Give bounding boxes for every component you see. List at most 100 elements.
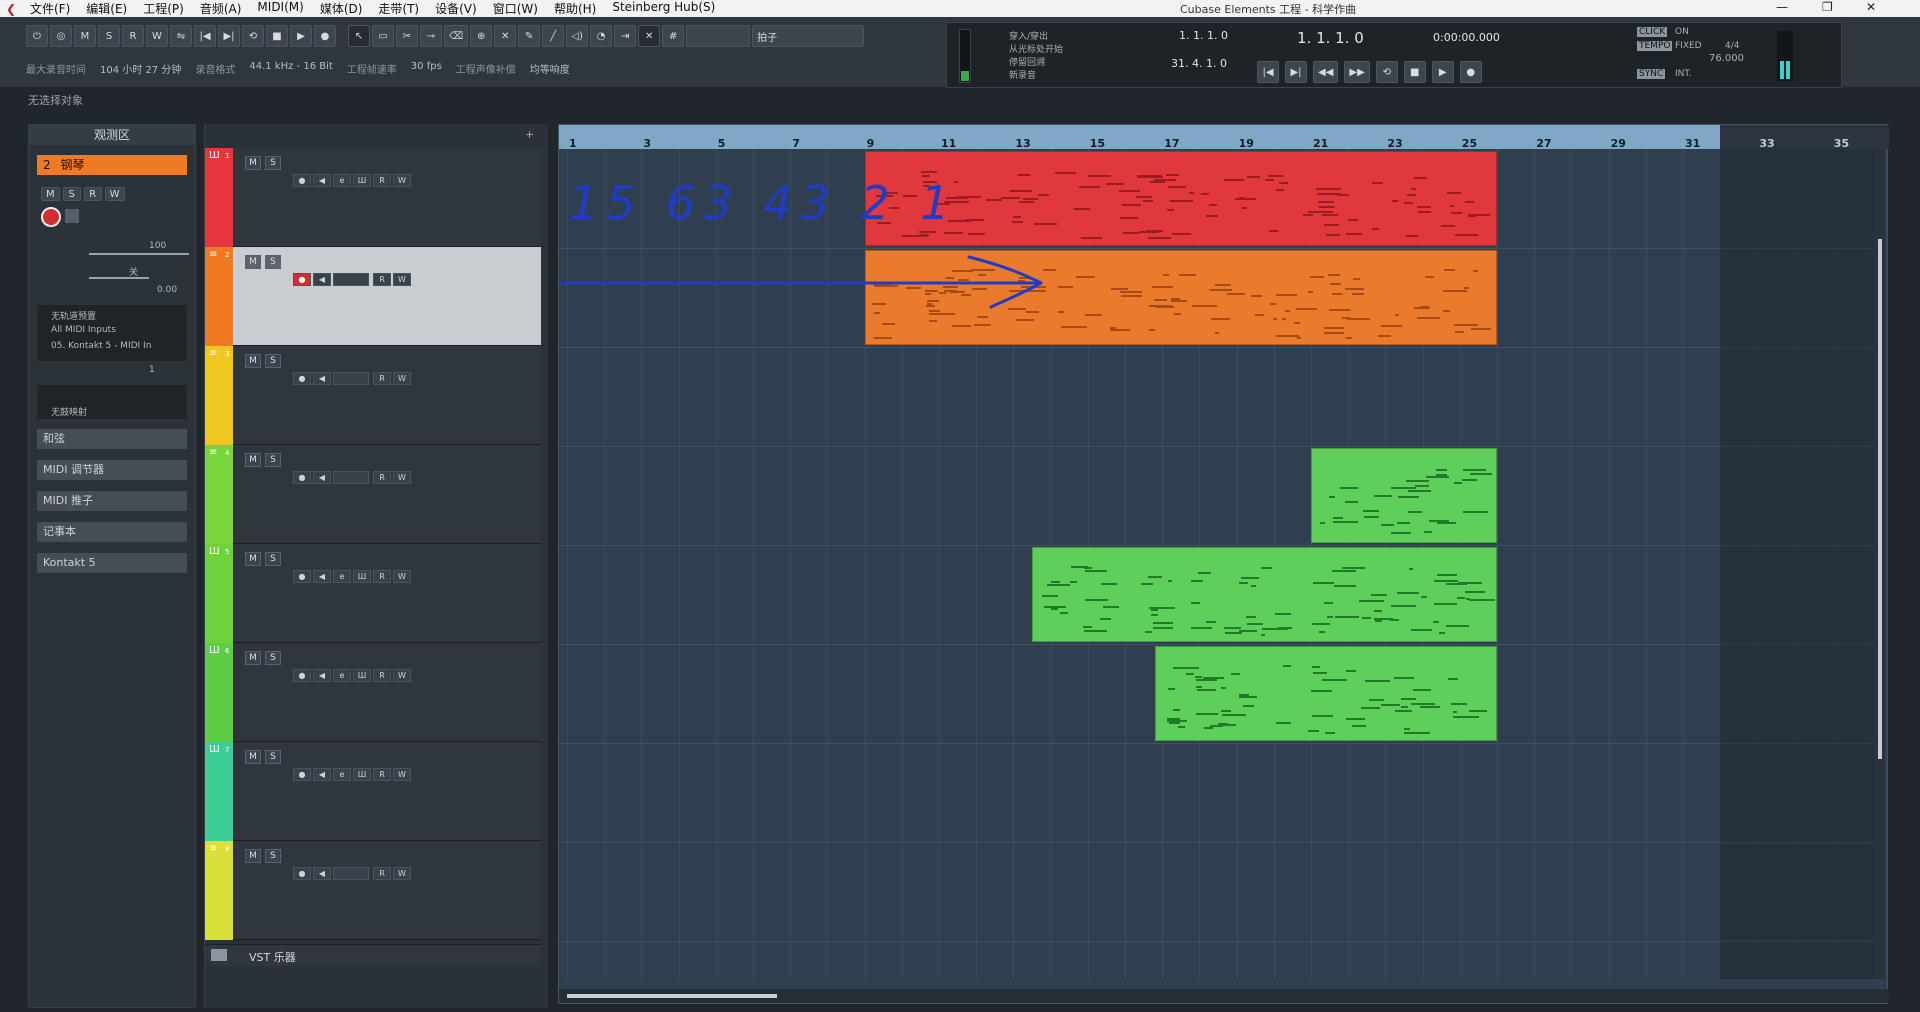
track-row[interactable]: 8 ≡ M S ● ◀ R W <box>205 841 541 940</box>
mode-button-s[interactable]: S <box>98 25 120 47</box>
solo-button[interactable]: S <box>265 453 281 467</box>
midi-input-select[interactable]: All MIDI Inputs <box>51 325 116 335</box>
time-display[interactable]: 0:00:00.000 <box>1433 31 1500 44</box>
track-row[interactable]: 7 Ш M S ● ◀ e Ш R W <box>205 742 541 841</box>
write-automation-button[interactable]: W <box>393 768 411 781</box>
inspector-track-header[interactable]: 2 钢琴 <box>37 155 187 175</box>
sync-label[interactable]: SYNC <box>1637 69 1666 79</box>
mute-button[interactable]: M <box>245 453 261 467</box>
click-label[interactable]: CLICK <box>1637 27 1668 37</box>
activate-project-button[interactable]: ⏻ <box>26 25 48 47</box>
mute-tool-icon[interactable]: ✕ <box>494 25 517 47</box>
read-automation-button[interactable]: R <box>373 669 391 682</box>
erase-tool-icon[interactable]: ⌫ <box>444 25 469 47</box>
snap-icon[interactable]: ⇥ <box>614 25 637 47</box>
record-enable-button[interactable]: ● <box>293 471 311 484</box>
line-tool-icon[interactable]: ╱ <box>542 25 565 47</box>
mute-button[interactable]: M <box>245 849 261 863</box>
menu-item-2[interactable]: 工程(P) <box>135 0 192 17</box>
quantize-select[interactable] <box>686 25 751 47</box>
read-automation-button[interactable]: R <box>373 570 391 583</box>
read-automation-button[interactable]: R <box>373 471 391 484</box>
menu-item-4[interactable]: MIDI(M) <box>249 0 311 17</box>
draw-tool-icon[interactable]: ✎ <box>518 25 541 47</box>
mute-button[interactable]: M <box>245 651 261 665</box>
play-button[interactable]: ▶ <box>290 25 312 47</box>
solo-button[interactable]: S <box>265 651 281 665</box>
rec-time-value[interactable]: 104 小时 27 分钟 <box>100 61 181 76</box>
click-value[interactable]: ON <box>1675 27 1689 37</box>
prev-marker-button[interactable]: |◀ <box>1257 61 1279 83</box>
monitor-button[interactable]: ◀ <box>313 372 331 385</box>
record-enable-button[interactable]: ● <box>293 273 311 286</box>
mute-button[interactable]: M <box>245 156 261 170</box>
right-locator[interactable]: 31. 4. 1. 0 <box>1171 57 1227 70</box>
inspector-section-3[interactable]: 记事本 <box>37 522 187 542</box>
mode-button-r[interactable]: R <box>122 25 144 47</box>
read-automation-button[interactable]: R <box>373 273 391 286</box>
inspector-section-1[interactable]: MIDI 调节器 <box>37 460 187 480</box>
inspector-r-button[interactable]: R <box>83 187 102 201</box>
menu-item-8[interactable]: 窗口(W) <box>485 0 546 17</box>
split-tool-icon[interactable]: ✂ <box>396 25 418 47</box>
main-position[interactable]: 1. 1. 1. 0 <box>1297 29 1364 47</box>
inspector-delay-value[interactable]: 0.00 <box>157 285 177 295</box>
write-automation-button[interactable]: W <box>393 174 411 187</box>
transport-option-3[interactable]: 新录音 <box>1009 68 1036 81</box>
midi-channel-field[interactable] <box>333 372 369 385</box>
menu-item-6[interactable]: 走带(T) <box>370 0 427 17</box>
drum-map-select[interactable]: 无鼓映射 <box>51 405 87 418</box>
inspector-s-button[interactable]: S <box>62 187 81 201</box>
timeline-ruler[interactable]: 1 3 5 7 9 11 13 15 17 19 21 23 25 27 29 31 33 35 <box>559 125 1889 150</box>
record-enable-button[interactable]: ● <box>293 669 311 682</box>
solo-button[interactable]: S <box>265 354 281 368</box>
grid-icon[interactable]: # <box>662 25 685 47</box>
midi-output-select[interactable]: 05. Kontakt 5 - MIDI In <box>51 341 151 351</box>
tempo-mode[interactable]: FIXED <box>1675 41 1702 51</box>
mode-button-m[interactable]: M <box>74 25 96 47</box>
solo-button[interactable]: S <box>265 750 281 764</box>
record-enable-button[interactable]: ● <box>293 867 311 880</box>
menu-item-5[interactable]: 媒体(D) <box>312 0 371 17</box>
minimize-icon[interactable]: — <box>1776 0 1788 14</box>
record-enable-button[interactable]: ● <box>293 570 311 583</box>
read-automation-button[interactable]: R <box>373 867 391 880</box>
inspector-m-button[interactable]: M <box>41 187 60 201</box>
monitor-button[interactable]: ◀ <box>313 471 331 484</box>
next-marker-button[interactable]: ▶| <box>1285 61 1307 83</box>
read-automation-button[interactable]: R <box>373 174 391 187</box>
midi-part[interactable] <box>1311 448 1497 543</box>
inspector-w-button[interactable]: W <box>104 187 125 201</box>
solo-button[interactable]: S <box>265 552 281 566</box>
read-automation-button[interactable]: R <box>373 768 391 781</box>
midi-channel-value[interactable]: 1 <box>149 365 155 375</box>
rec-format-value[interactable]: 44.1 kHz - 16 Bit <box>249 61 332 76</box>
go-end-button[interactable]: ▶| <box>218 25 240 47</box>
vertical-scrollbar[interactable] <box>1875 149 1885 979</box>
time-signature[interactable]: 4/4 <box>1725 41 1739 51</box>
track-row[interactable]: 5 Ш M S ● ◀ e Ш R W <box>205 544 541 643</box>
write-automation-button[interactable]: W <box>393 867 411 880</box>
object-select-tool-icon[interactable]: ↖ <box>348 25 370 47</box>
mute-button[interactable]: M <box>245 750 261 764</box>
solo-button[interactable]: S <box>265 849 281 863</box>
range-tool-icon[interactable]: ▭ <box>372 25 394 47</box>
monitor-button[interactable]: ◀ <box>313 669 331 682</box>
read-automation-button[interactable]: R <box>373 372 391 385</box>
monitor-button[interactable]: ◀ <box>313 867 331 880</box>
edit-instrument-button[interactable]: e <box>333 570 351 583</box>
close-icon[interactable]: ✕ <box>1866 0 1876 14</box>
rewind-button[interactable]: ◀◀ <box>1313 61 1339 83</box>
monitor-button[interactable]: ◀ <box>313 768 331 781</box>
transport-play-button[interactable]: ▶ <box>1431 61 1454 83</box>
menu-item-3[interactable]: 音频(A) <box>192 0 250 17</box>
stop-button[interactable]: ■ <box>266 25 288 47</box>
edit-instrument-button[interactable]: e <box>333 768 351 781</box>
inspector-section-4[interactable]: Kontakt 5 <box>37 553 187 573</box>
mute-button[interactable]: M <box>245 354 261 368</box>
color-tool-icon[interactable]: ◔ <box>590 25 613 47</box>
horizontal-scroll-thumb[interactable] <box>567 994 777 998</box>
transport-option-0[interactable]: 穿入/穿出 <box>1009 29 1048 42</box>
track-row[interactable]: 2 ≡ M S ● ◀ R W <box>205 247 541 346</box>
instrument-window-button[interactable]: Ш <box>353 768 371 781</box>
